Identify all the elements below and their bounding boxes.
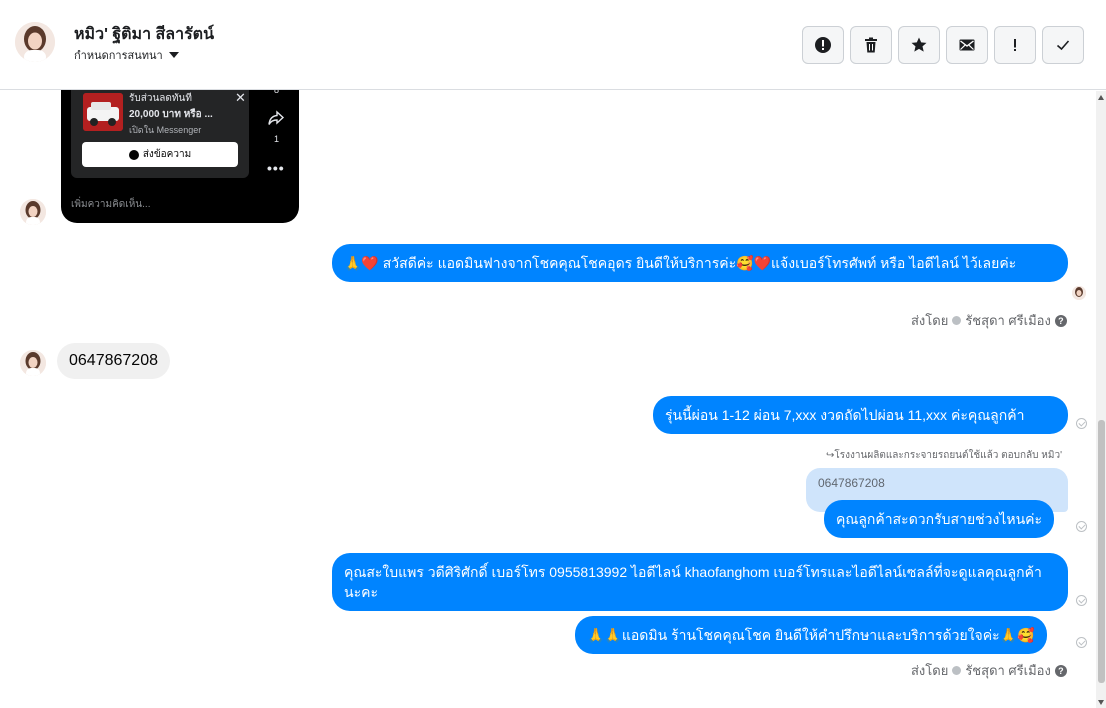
ad-preview[interactable]: รับส่วนลดทันที 20,000 บาท หรือ ... เปิดใ…	[71, 90, 249, 178]
header-toolbar	[802, 26, 1084, 64]
send-message-label: ส่งข้อความ	[142, 149, 192, 160]
share-icon[interactable]	[267, 109, 285, 132]
alert-circle-icon	[815, 37, 831, 53]
outgoing-message[interactable]: คุณสะใบแพร วดีศิริศักดิ์ เบอร์โทร 095581…	[332, 553, 1068, 611]
trash-icon	[865, 37, 877, 53]
agent-status-icon	[952, 316, 962, 325]
help-icon[interactable]: ?	[1054, 664, 1067, 677]
close-icon[interactable]: ✕	[235, 90, 246, 106]
conversation-header: หมิว' ฐิติมา สีลารัตน์ กำหนดการสนทนา	[0, 0, 1106, 90]
sent-by-label: ส่งโดย	[911, 663, 949, 678]
sent-by-name[interactable]: รัชสุดา ศรีเมือง	[965, 660, 1051, 681]
star-button[interactable]	[898, 26, 940, 64]
caret-down-icon	[168, 52, 179, 58]
star-icon	[911, 37, 927, 52]
envelope-icon	[959, 39, 975, 51]
mail-button[interactable]	[946, 26, 988, 64]
contact-avatar[interactable]	[15, 22, 55, 62]
more-options-icon[interactable]: •••	[267, 160, 285, 176]
conversation-settings-dropdown[interactable]: กำหนดการสนทนา	[74, 46, 179, 64]
ad-title: รับส่วนลดทันที	[129, 93, 192, 104]
share-count: 1	[274, 134, 280, 144]
conversation-settings-label: กำหนดการสนทนา	[74, 50, 163, 62]
scrollbar-thumb[interactable]	[1098, 420, 1105, 683]
send-message-button[interactable]: ส่งข้อความ	[82, 142, 238, 167]
delete-button[interactable]	[850, 26, 892, 64]
report-button[interactable]	[802, 26, 844, 64]
exclamation-icon	[1014, 39, 1016, 51]
ad-source: เปิดใน Messenger	[129, 125, 202, 135]
outgoing-message[interactable]: 🙏🙏แอดมิน ร้านโชคคุณโชค ยินดีให้คำปรึกษาแ…	[575, 616, 1047, 654]
sent-by-name[interactable]: รัชสุดา ศรีเมือง	[965, 310, 1051, 331]
sent-check-icon	[1076, 595, 1087, 606]
done-button[interactable]	[1042, 26, 1084, 64]
seen-avatar	[1072, 286, 1086, 300]
checkmark-icon	[1056, 40, 1070, 51]
contact-avatar-small[interactable]	[20, 199, 46, 225]
help-icon[interactable]: ?	[1054, 314, 1067, 327]
sent-by-info: ส่งโดย รัชสุดา ศรีเมือง ?	[911, 660, 1067, 681]
contact-avatar-small[interactable]	[20, 350, 46, 376]
comment-placeholder[interactable]: เพิ่มความคิดเห็น...	[71, 197, 150, 212]
sent-check-icon	[1076, 637, 1087, 648]
ad-thumbnail-image	[83, 93, 123, 131]
messenger-icon	[128, 149, 139, 160]
important-button[interactable]	[994, 26, 1036, 64]
sent-by-info: ส่งโดย รัชสุดา ศรีเมือง ?	[911, 310, 1067, 331]
sent-by-label: ส่งโดย	[911, 313, 949, 328]
agent-status-icon	[952, 666, 962, 675]
shared-post-card[interactable]: รับส่วนลดทันที 20,000 บาท หรือ ... เปิดใ…	[61, 90, 299, 223]
outgoing-message[interactable]: รุ่นนี้ผ่อน 1-12 ผ่อน 7,xxx งวดถัดไปผ่อน…	[653, 396, 1068, 434]
sent-check-icon	[1076, 418, 1087, 429]
outgoing-message[interactable]: 🙏❤️ สวัสดีค่ะ แอดมินฟางจากโชคคุณโชคอุดร …	[332, 244, 1068, 282]
ad-price: 20,000 บาท หรือ ...	[129, 109, 213, 120]
scroll-down-arrow-icon[interactable]	[1098, 700, 1104, 705]
contact-name[interactable]: หมิว' ฐิติมา สีลารัตน์	[74, 22, 214, 47]
incoming-message[interactable]: 0647867208	[57, 343, 170, 379]
reply-hint: ↪โรงงานผลิตและกระจายรถยนต์ใช้แล้ว ตอบกลั…	[826, 450, 1063, 461]
scroll-up-arrow-icon[interactable]	[1098, 95, 1104, 100]
reaction-count: 8	[274, 90, 280, 95]
outgoing-message[interactable]: คุณลูกค้าสะดวกรับสายช่วงไหนค่ะ	[824, 500, 1055, 538]
sent-check-icon	[1076, 521, 1087, 532]
